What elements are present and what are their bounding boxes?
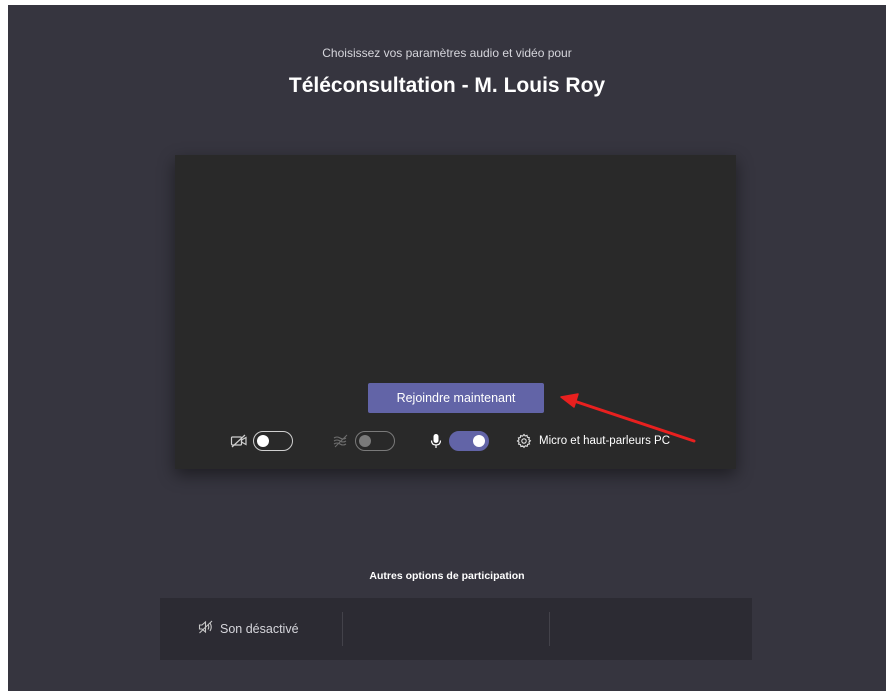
background-blur-icon bbox=[332, 434, 350, 448]
prejoin-screen: Choisissez vos paramètres audio et vidéo… bbox=[8, 5, 886, 691]
audio-off-option[interactable]: Son désactivé bbox=[198, 598, 299, 660]
other-options-bar: Son désactivé bbox=[160, 598, 752, 660]
microphone-icon bbox=[429, 433, 443, 449]
prejoin-subtitle: Choisissez vos paramètres audio et vidéo… bbox=[322, 46, 572, 60]
join-now-button[interactable]: Rejoindre maintenant bbox=[368, 383, 544, 413]
speaker-off-icon bbox=[198, 620, 214, 639]
other-options-heading: Autres options de participation bbox=[369, 570, 525, 582]
microphone-toggle[interactable] bbox=[449, 431, 489, 451]
device-settings-button[interactable]: Micro et haut-parleurs PC bbox=[516, 433, 670, 449]
camera-toggle[interactable] bbox=[253, 431, 293, 451]
background-blur-toggle[interactable] bbox=[355, 431, 395, 451]
camera-control bbox=[230, 431, 293, 451]
device-settings-label: Micro et haut-parleurs PC bbox=[539, 435, 671, 447]
video-preview: Rejoindre maintenant Micro et haut-parle… bbox=[175, 155, 736, 469]
camera-off-icon bbox=[230, 434, 248, 448]
background-blur-control bbox=[332, 431, 395, 451]
options-divider bbox=[549, 612, 550, 646]
options-divider bbox=[342, 612, 343, 646]
meeting-title: Téléconsultation - M. Louis Roy bbox=[288, 74, 606, 97]
gear-icon bbox=[516, 433, 532, 449]
microphone-control bbox=[429, 431, 489, 451]
audio-off-label: Son désactivé bbox=[220, 622, 299, 636]
